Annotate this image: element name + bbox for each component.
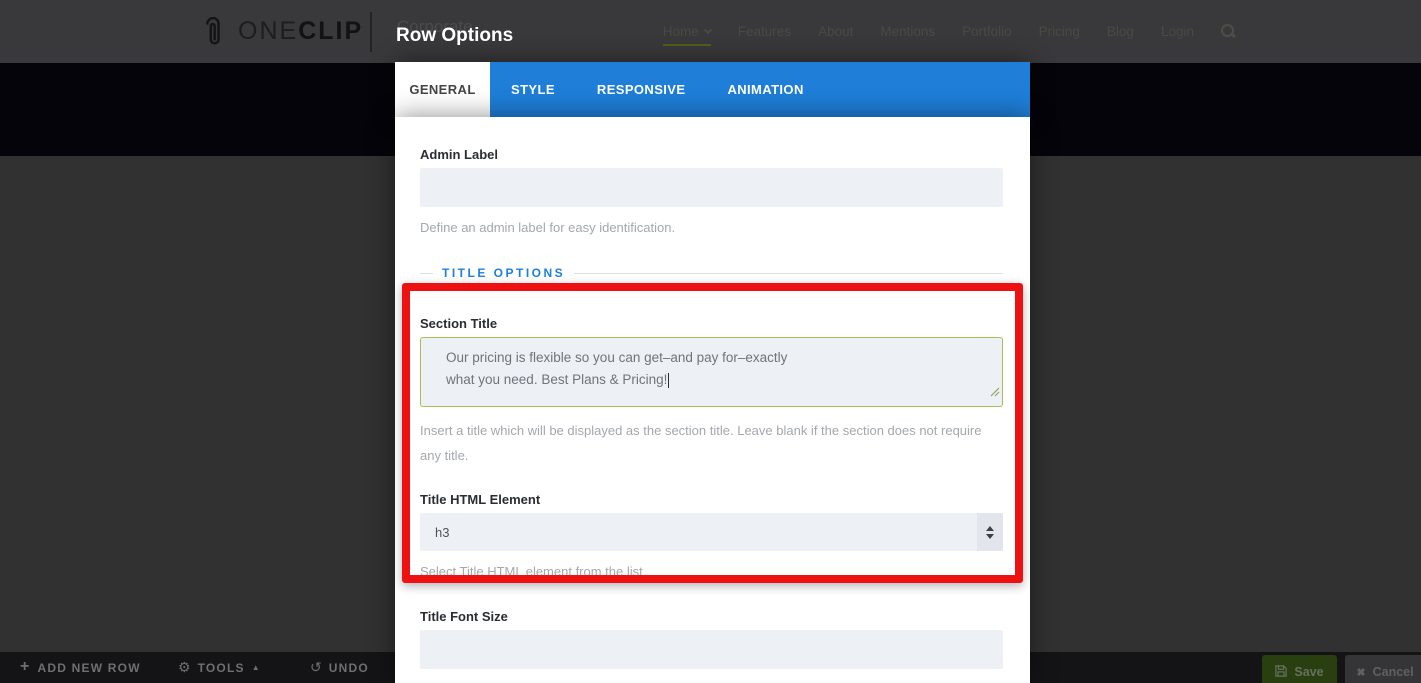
brand-divider — [370, 12, 372, 52]
undo-button[interactable]: ↺ UNDO — [310, 652, 369, 683]
cancel-button[interactable]: ✖ Cancel — [1345, 655, 1421, 683]
title-options-heading: TITLE OPTIONS — [442, 266, 565, 280]
title-html-element-value: h3 — [420, 525, 449, 540]
cancel-label: Cancel — [1373, 665, 1414, 679]
admin-label-input[interactable] — [420, 168, 1003, 207]
gear-icon: ⚙ — [178, 659, 191, 676]
save-label: Save — [1294, 665, 1323, 679]
nav-item-pricing[interactable]: Pricing — [1039, 24, 1080, 39]
tab-animation[interactable]: ANIMATION — [706, 62, 824, 117]
section-title-line2: what you need. Best Plans & Pricing! — [446, 369, 977, 391]
save-button[interactable]: Save — [1262, 655, 1337, 683]
section-title-textarea[interactable]: Our pricing is flexible so you can get–a… — [420, 337, 1003, 407]
tools-label: TOOLS — [198, 661, 245, 675]
select-arrows-icon — [977, 513, 1003, 551]
close-icon: ✖ — [1356, 666, 1365, 679]
screen: ONECLIP Corporate Home Features About Me… — [0, 0, 1421, 683]
tab-responsive[interactable]: RESPONSIVE — [576, 62, 707, 117]
brand-text: ONECLIP — [238, 17, 363, 46]
title-options-divider: TITLE OPTIONS — [420, 266, 1003, 280]
title-html-element-select[interactable]: h3 — [420, 513, 1003, 551]
modal-title: Row Options — [396, 25, 513, 47]
divider-line-left — [420, 273, 433, 274]
tools-button[interactable]: ⚙ TOOLS ▲ — [178, 652, 261, 683]
paperclip-icon — [200, 13, 226, 51]
tab-style[interactable]: STYLE — [490, 62, 576, 117]
plus-icon: + — [20, 658, 31, 676]
arrow-down-icon — [986, 534, 994, 539]
arrow-up-icon — [986, 526, 994, 531]
nav-search[interactable] — [1221, 24, 1236, 39]
title-html-element-label: Title HTML Element — [420, 492, 1003, 507]
admin-label-label: Admin Label — [420, 147, 1003, 162]
modal-body: Admin Label Define an admin label for ea… — [395, 117, 1030, 683]
brand-text-bold: CLIP — [298, 17, 363, 45]
add-new-row-button[interactable]: + ADD NEW ROW — [20, 652, 141, 683]
undo-label: UNDO — [329, 661, 369, 675]
section-title-help: Insert a title which will be displayed a… — [420, 418, 995, 468]
brand-text-light: ONE — [238, 17, 298, 45]
section-title-line1: Our pricing is flexible so you can get–a… — [446, 347, 977, 369]
add-new-row-label: ADD NEW ROW — [38, 661, 141, 675]
undo-icon: ↺ — [310, 659, 322, 676]
row-options-modal: Row Options GENERAL STYLE RESPONSIVE ANI… — [395, 0, 1030, 683]
modal-tabbar: GENERAL STYLE RESPONSIVE ANIMATION — [395, 62, 1030, 117]
admin-label-help: Define an admin label for easy identific… — [420, 220, 1003, 235]
title-font-size-label: Title Font Size — [420, 609, 1003, 624]
nav-item-login[interactable]: Login — [1161, 24, 1194, 39]
floppy-icon — [1275, 665, 1287, 680]
caret-up-icon: ▲ — [252, 663, 261, 672]
resize-handle-icon[interactable] — [990, 382, 1000, 404]
site-logo[interactable]: ONECLIP — [200, 0, 363, 63]
title-font-size-input[interactable] — [420, 630, 1003, 669]
section-title-label: Section Title — [420, 316, 1003, 331]
text-cursor — [668, 373, 669, 388]
title-html-element-help: Select Title HTML element from the list — [420, 564, 1003, 579]
divider-line-right — [574, 273, 1003, 274]
search-icon — [1221, 24, 1236, 39]
nav-item-blog[interactable]: Blog — [1107, 24, 1134, 39]
tab-general[interactable]: GENERAL — [395, 62, 490, 117]
section-title-line2-text: what you need. Best Plans & Pricing! — [446, 372, 667, 387]
